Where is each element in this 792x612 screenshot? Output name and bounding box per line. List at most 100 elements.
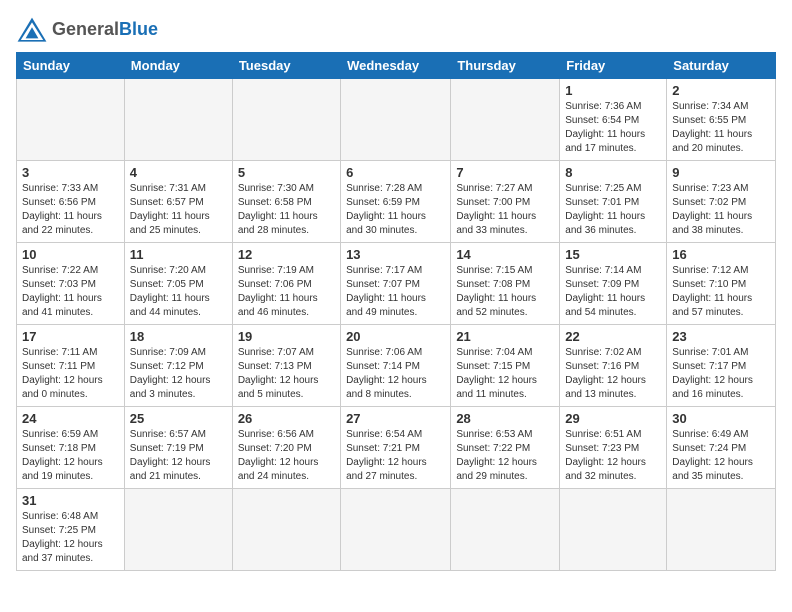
- calendar-cell: [232, 489, 340, 571]
- calendar-cell: 12 Sunrise: 7:19 AM Sunset: 7:06 PM Dayli…: [232, 243, 340, 325]
- day-number: 18: [130, 329, 227, 344]
- calendar-cell: [451, 489, 560, 571]
- day-info: Sunrise: 6:56 AM Sunset: 7:20 PM Dayligh…: [238, 428, 335, 484]
- day-info: Sunrise: 7:27 AM Sunset: 7:00 PM Dayligh…: [456, 182, 554, 238]
- day-number: 9: [672, 165, 770, 180]
- calendar-cell: [341, 489, 451, 571]
- day-info: Sunrise: 7:04 AM Sunset: 7:15 PM Dayligh…: [456, 346, 554, 402]
- day-info: Sunrise: 7:17 AM Sunset: 7:07 PM Dayligh…: [346, 264, 445, 320]
- day-number: 1: [565, 83, 661, 98]
- day-number: 10: [22, 247, 119, 262]
- day-info: Sunrise: 7:33 AM Sunset: 6:56 PM Dayligh…: [22, 182, 119, 238]
- day-info: Sunrise: 7:20 AM Sunset: 7:05 PM Dayligh…: [130, 264, 227, 320]
- calendar-cell: [451, 79, 560, 161]
- day-info: Sunrise: 7:28 AM Sunset: 6:59 PM Dayligh…: [346, 182, 445, 238]
- day-number: 16: [672, 247, 770, 262]
- day-info: Sunrise: 7:36 AM Sunset: 6:54 PM Dayligh…: [565, 100, 661, 156]
- day-info: Sunrise: 7:14 AM Sunset: 7:09 PM Dayligh…: [565, 264, 661, 320]
- column-header-tuesday: Tuesday: [232, 53, 340, 79]
- day-number: 20: [346, 329, 445, 344]
- day-number: 4: [130, 165, 227, 180]
- calendar-cell: 9 Sunrise: 7:23 AM Sunset: 7:02 PM Daylig…: [667, 161, 776, 243]
- logo-icon: [16, 16, 48, 44]
- day-info: Sunrise: 7:09 AM Sunset: 7:12 PM Dayligh…: [130, 346, 227, 402]
- calendar-cell: 22 Sunrise: 7:02 AM Sunset: 7:16 PM Dayli…: [560, 325, 667, 407]
- calendar-cell: 5 Sunrise: 7:30 AM Sunset: 6:58 PM Daylig…: [232, 161, 340, 243]
- calendar-cell: 1 Sunrise: 7:36 AM Sunset: 6:54 PM Daylig…: [560, 79, 667, 161]
- day-info: Sunrise: 6:53 AM Sunset: 7:22 PM Dayligh…: [456, 428, 554, 484]
- calendar-cell: 11 Sunrise: 7:20 AM Sunset: 7:05 PM Dayli…: [124, 243, 232, 325]
- calendar-cell: 15 Sunrise: 7:14 AM Sunset: 7:09 PM Dayli…: [560, 243, 667, 325]
- calendar-cell: 13 Sunrise: 7:17 AM Sunset: 7:07 PM Dayli…: [341, 243, 451, 325]
- day-info: Sunrise: 7:30 AM Sunset: 6:58 PM Dayligh…: [238, 182, 335, 238]
- calendar-cell: 20Sunrise: 7:06 AM Sunset: 7:14 PM Dayli…: [341, 325, 451, 407]
- calendar-week-row: 31Sunrise: 6:48 AM Sunset: 7:25 PM Dayli…: [17, 489, 776, 571]
- calendar-week-row: 1 Sunrise: 7:36 AM Sunset: 6:54 PM Daylig…: [17, 79, 776, 161]
- calendar-table: SundayMondayTuesdayWednesdayThursdayFrid…: [16, 52, 776, 571]
- day-info: Sunrise: 7:12 AM Sunset: 7:10 PM Dayligh…: [672, 264, 770, 320]
- calendar-header-row: SundayMondayTuesdayWednesdayThursdayFrid…: [17, 53, 776, 79]
- day-info: Sunrise: 7:15 AM Sunset: 7:08 PM Dayligh…: [456, 264, 554, 320]
- calendar-cell: 26 Sunrise: 6:56 AM Sunset: 7:20 PM Dayli…: [232, 407, 340, 489]
- calendar-cell: 17Sunrise: 7:11 AM Sunset: 7:11 PM Dayli…: [17, 325, 125, 407]
- day-number: 28: [456, 411, 554, 426]
- day-number: 17: [22, 329, 119, 344]
- calendar-cell: 14Sunrise: 7:15 AM Sunset: 7:08 PM Dayli…: [451, 243, 560, 325]
- calendar-cell: 7Sunrise: 7:27 AM Sunset: 7:00 PM Daylig…: [451, 161, 560, 243]
- calendar-cell: [341, 79, 451, 161]
- day-number: 22: [565, 329, 661, 344]
- day-info: Sunrise: 7:23 AM Sunset: 7:02 PM Dayligh…: [672, 182, 770, 238]
- calendar-cell: 29Sunrise: 6:51 AM Sunset: 7:23 PM Dayli…: [560, 407, 667, 489]
- calendar-cell: 3Sunrise: 7:33 AM Sunset: 6:56 PM Daylig…: [17, 161, 125, 243]
- day-info: Sunrise: 6:48 AM Sunset: 7:25 PM Dayligh…: [22, 510, 119, 566]
- day-info: Sunrise: 7:25 AM Sunset: 7:01 PM Dayligh…: [565, 182, 661, 238]
- calendar-cell: 8 Sunrise: 7:25 AM Sunset: 7:01 PM Daylig…: [560, 161, 667, 243]
- day-info: Sunrise: 7:19 AM Sunset: 7:06 PM Dayligh…: [238, 264, 335, 320]
- logo: GeneralBlue: [16, 16, 158, 44]
- day-info: Sunrise: 7:34 AM Sunset: 6:55 PM Dayligh…: [672, 100, 770, 156]
- calendar-cell: [667, 489, 776, 571]
- calendar-cell: 21Sunrise: 7:04 AM Sunset: 7:15 PM Dayli…: [451, 325, 560, 407]
- column-header-wednesday: Wednesday: [341, 53, 451, 79]
- column-header-sunday: Sunday: [17, 53, 125, 79]
- calendar-cell: [124, 489, 232, 571]
- day-info: Sunrise: 6:49 AM Sunset: 7:24 PM Dayligh…: [672, 428, 770, 484]
- calendar-cell: 27Sunrise: 6:54 AM Sunset: 7:21 PM Dayli…: [341, 407, 451, 489]
- calendar-cell: 23Sunrise: 7:01 AM Sunset: 7:17 PM Dayli…: [667, 325, 776, 407]
- day-number: 5: [238, 165, 335, 180]
- calendar-cell: 18 Sunrise: 7:09 AM Sunset: 7:12 PM Dayli…: [124, 325, 232, 407]
- day-number: 8: [565, 165, 661, 180]
- calendar-cell: [124, 79, 232, 161]
- day-number: 15: [565, 247, 661, 262]
- day-info: Sunrise: 7:31 AM Sunset: 6:57 PM Dayligh…: [130, 182, 227, 238]
- calendar-cell: 28 Sunrise: 6:53 AM Sunset: 7:22 PM Dayli…: [451, 407, 560, 489]
- logo-text: GeneralBlue: [52, 20, 158, 40]
- day-info: Sunrise: 6:51 AM Sunset: 7:23 PM Dayligh…: [565, 428, 661, 484]
- column-header-friday: Friday: [560, 53, 667, 79]
- calendar-cell: 4 Sunrise: 7:31 AM Sunset: 6:57 PM Daylig…: [124, 161, 232, 243]
- day-number: 2: [672, 83, 770, 98]
- day-number: 11: [130, 247, 227, 262]
- day-number: 25: [130, 411, 227, 426]
- day-number: 12: [238, 247, 335, 262]
- calendar-week-row: 24Sunrise: 6:59 AM Sunset: 7:18 PM Dayli…: [17, 407, 776, 489]
- day-info: Sunrise: 7:07 AM Sunset: 7:13 PM Dayligh…: [238, 346, 335, 402]
- day-info: Sunrise: 7:22 AM Sunset: 7:03 PM Dayligh…: [22, 264, 119, 320]
- calendar-cell: 16 Sunrise: 7:12 AM Sunset: 7:10 PM Dayli…: [667, 243, 776, 325]
- calendar-cell: 31Sunrise: 6:48 AM Sunset: 7:25 PM Dayli…: [17, 489, 125, 571]
- day-number: 30: [672, 411, 770, 426]
- page-header: GeneralBlue: [16, 16, 776, 44]
- day-info: Sunrise: 6:57 AM Sunset: 7:19 PM Dayligh…: [130, 428, 227, 484]
- day-number: 13: [346, 247, 445, 262]
- calendar-week-row: 10 Sunrise: 7:22 AM Sunset: 7:03 PM Dayli…: [17, 243, 776, 325]
- calendar-cell: 10 Sunrise: 7:22 AM Sunset: 7:03 PM Dayli…: [17, 243, 125, 325]
- day-info: Sunrise: 7:01 AM Sunset: 7:17 PM Dayligh…: [672, 346, 770, 402]
- calendar-cell: 30 Sunrise: 6:49 AM Sunset: 7:24 PM Dayli…: [667, 407, 776, 489]
- day-number: 6: [346, 165, 445, 180]
- day-info: Sunrise: 6:59 AM Sunset: 7:18 PM Dayligh…: [22, 428, 119, 484]
- calendar-week-row: 17Sunrise: 7:11 AM Sunset: 7:11 PM Dayli…: [17, 325, 776, 407]
- column-header-monday: Monday: [124, 53, 232, 79]
- day-info: Sunrise: 7:02 AM Sunset: 7:16 PM Dayligh…: [565, 346, 661, 402]
- day-number: 26: [238, 411, 335, 426]
- calendar-cell: 24Sunrise: 6:59 AM Sunset: 7:18 PM Dayli…: [17, 407, 125, 489]
